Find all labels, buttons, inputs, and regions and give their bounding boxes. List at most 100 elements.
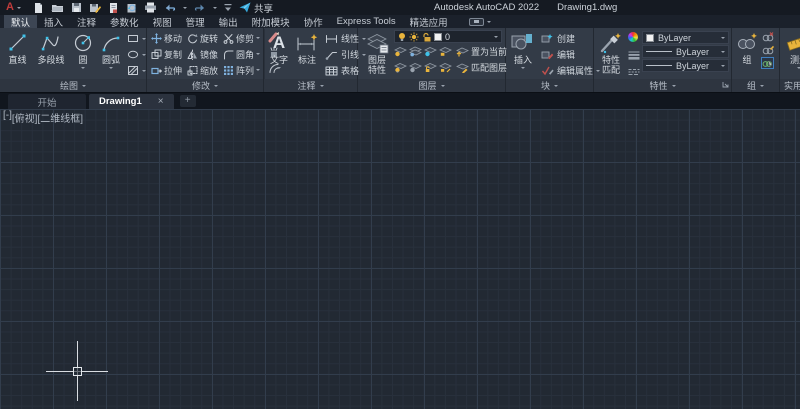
linetype-dropdown[interactable]: ByLayer xyxy=(642,59,729,72)
close-tab-icon[interactable]: × xyxy=(158,96,164,107)
printer-icon[interactable] xyxy=(144,2,157,13)
fillet-dropdown-caret[interactable] xyxy=(256,53,261,55)
new-drawing-tab-button[interactable]: + xyxy=(179,95,196,107)
layer-off-button[interactable] xyxy=(394,46,407,58)
redo-icon[interactable] xyxy=(194,3,206,13)
viewport-menu-control[interactable]: [-] xyxy=(3,110,12,125)
dimension-tool-button[interactable]: 标注 xyxy=(292,29,322,79)
circle-dropdown-caret[interactable] xyxy=(81,67,85,69)
trim-tool-button[interactable]: 修剪 xyxy=(221,30,262,46)
layer-isolate-button[interactable] xyxy=(409,46,422,58)
ribbon-tab-parametric[interactable]: 参数化 xyxy=(103,15,146,29)
layer-freeze-button[interactable] xyxy=(424,46,437,58)
save-icon[interactable] xyxy=(71,2,82,13)
scale-tool-button[interactable]: 缩放 xyxy=(185,62,220,78)
lineweight-icon[interactable] xyxy=(628,51,640,60)
ribbon-tab-collaborate[interactable]: 协作 xyxy=(297,15,330,29)
ellipse-tool-button[interactable] xyxy=(127,47,146,62)
hatch-tool-button[interactable] xyxy=(127,63,146,78)
create-block-button[interactable]: 创建 xyxy=(541,31,600,46)
layer-dropdown[interactable]: 0 xyxy=(394,30,502,43)
redo-dropdown-caret[interactable] xyxy=(212,6,217,9)
group-selection-toggle[interactable] xyxy=(761,57,774,69)
panel-block-title[interactable]: 块 xyxy=(506,79,593,92)
arc-dropdown-caret[interactable] xyxy=(109,67,113,69)
object-color-dropdown[interactable]: ByLayer xyxy=(642,31,729,44)
move-tool-button[interactable]: 移动 xyxy=(149,30,184,46)
panel-annotate-title[interactable]: 注释 xyxy=(264,79,357,92)
text-tool-button[interactable]: A 文字 xyxy=(266,29,292,79)
group-edit-button[interactable] xyxy=(761,44,774,56)
panel-group-title[interactable]: 组 xyxy=(732,79,779,92)
measure-button[interactable]: 测量 xyxy=(782,29,800,79)
undo-dropdown-caret[interactable] xyxy=(182,6,187,9)
ungroup-button[interactable] xyxy=(761,31,774,43)
ribbon-tab-addins[interactable]: 附加模块 xyxy=(245,15,297,29)
trim-dropdown-caret[interactable] xyxy=(256,37,261,39)
text-dropdown-caret[interactable] xyxy=(277,67,281,69)
set-current-layer-button[interactable]: 置为当前 xyxy=(456,45,507,58)
insert-block-button[interactable]: 插入 xyxy=(508,29,538,79)
layer-lock-button[interactable] xyxy=(439,46,452,58)
color-wheel-icon[interactable] xyxy=(628,32,638,42)
layer-properties-button[interactable]: 图层 特性 xyxy=(360,29,394,79)
edit-attributes-button[interactable]: 编辑属性 xyxy=(541,63,601,78)
arc-tool-button[interactable]: 圆弧 xyxy=(97,29,125,79)
circle-tool-button[interactable]: 圆 xyxy=(69,29,97,79)
array-dropdown-caret[interactable] xyxy=(256,69,261,71)
new-file-icon[interactable] xyxy=(33,2,44,14)
app-menu-button[interactable]: A xyxy=(6,2,21,13)
drawing-canvas[interactable]: [-] [俯视] [二维线框] xyxy=(0,109,800,409)
layer-lock-fade-button[interactable] xyxy=(439,62,452,74)
mirror-tool-button[interactable]: 镜像 xyxy=(185,46,220,62)
panel-utilities-title[interactable]: 实用工具 xyxy=(780,79,800,92)
start-tab[interactable]: 开始 xyxy=(8,94,86,109)
batch-plot-icon[interactable] xyxy=(126,2,137,14)
undo-icon[interactable] xyxy=(164,3,176,13)
ribbon-tab-annotate[interactable]: 注释 xyxy=(70,15,103,29)
ribbon-display-toggle[interactable] xyxy=(468,15,491,28)
stretch-tool-button[interactable]: 拉伸 xyxy=(149,62,184,78)
save-as-icon[interactable] xyxy=(89,2,101,14)
layer-dropdown-caret[interactable] xyxy=(494,35,498,38)
open-file-icon[interactable] xyxy=(51,2,64,13)
panel-modify-title[interactable]: 修改 xyxy=(147,79,263,92)
layer-thaw-button[interactable] xyxy=(409,62,422,74)
viewport-visual-style-control[interactable]: [二维线框] xyxy=(37,110,83,125)
layer-unlock-button[interactable] xyxy=(424,62,437,74)
panel-draw-title[interactable]: 绘图 xyxy=(0,79,146,92)
layer-on-button[interactable] xyxy=(394,62,407,74)
line-tool-button[interactable]: 直线 xyxy=(2,29,33,79)
ribbon-tab-featured-apps[interactable]: 精选应用 xyxy=(403,15,455,29)
ribbon-tab-express-tools[interactable]: Express Tools xyxy=(330,15,403,28)
ellipse-dropdown-caret[interactable] xyxy=(142,53,146,56)
qat-customize-icon[interactable] xyxy=(224,3,232,12)
dialog-launcher-icon[interactable] xyxy=(722,80,729,90)
group-button[interactable]: 组 xyxy=(734,29,760,79)
polyline-tool-button[interactable]: 多段线 xyxy=(33,29,69,79)
ribbon-tab-home[interactable]: 默认 xyxy=(4,15,38,29)
lineweight-dropdown[interactable]: ByLayer xyxy=(642,45,729,58)
ribbon-tab-manage[interactable]: 管理 xyxy=(179,15,212,29)
ribbon-tab-view[interactable]: 视图 xyxy=(146,15,179,29)
edit-block-button[interactable]: 编辑 xyxy=(541,47,600,62)
rectangle-tool-button[interactable] xyxy=(127,31,146,46)
hatch-dropdown-caret[interactable] xyxy=(142,69,146,72)
insert-dropdown-caret[interactable] xyxy=(521,67,525,69)
linetype-icon[interactable] xyxy=(628,68,640,76)
ribbon-tab-insert[interactable]: 插入 xyxy=(37,15,70,29)
share-button[interactable]: 共享 xyxy=(239,1,273,15)
panel-layers-title[interactable]: 图层 xyxy=(358,79,505,92)
array-tool-button[interactable]: 阵列 xyxy=(221,62,262,78)
rectangle-dropdown-caret[interactable] xyxy=(142,37,146,40)
panel-properties-title[interactable]: 特性 xyxy=(594,79,731,92)
match-layer-button[interactable]: 匹配图层 xyxy=(456,61,507,74)
drawing1-tab[interactable]: Drawing1 × xyxy=(89,94,174,109)
viewport-view-control[interactable]: [俯视] xyxy=(12,110,38,125)
match-properties-button[interactable]: 特性 匹配 xyxy=(596,29,626,79)
rotate-tool-button[interactable]: 旋转 xyxy=(185,30,220,46)
ribbon-tab-output[interactable]: 输出 xyxy=(212,15,245,29)
fillet-tool-button[interactable]: 圆角 xyxy=(221,46,262,62)
plot-icon[interactable] xyxy=(108,2,119,14)
copy-tool-button[interactable]: 复制 xyxy=(149,46,184,62)
